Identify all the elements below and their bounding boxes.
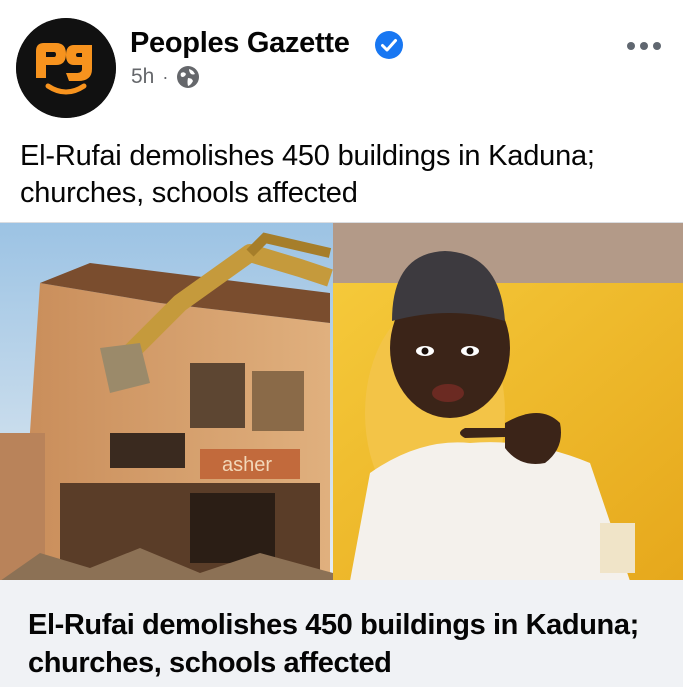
post-timestamp[interactable]: 5h — [131, 65, 154, 89]
more-dot — [640, 42, 648, 50]
post-meta: 5h · — [131, 62, 200, 92]
verified-badge-icon — [374, 30, 404, 60]
storefront-sign: asher — [222, 454, 272, 476]
more-options-icon[interactable] — [620, 34, 668, 58]
meta-separator: · — [162, 66, 169, 87]
news-photo: asher — [0, 223, 683, 581]
more-dot — [653, 42, 661, 50]
more-dot — [627, 42, 635, 50]
page-name[interactable]: Peoples Gazette — [130, 26, 350, 60]
peoples-gazette-logo — [16, 18, 116, 118]
post-caption: El-Rufai demolishes 450 buildings in Kad… — [20, 140, 595, 209]
post-header: Peoples Gazette 5h · — [0, 0, 683, 118]
link-preview-title[interactable]: El-Rufai demolishes 450 buildings in Kad… — [28, 606, 668, 682]
post-image[interactable]: asher — [0, 222, 683, 581]
page-avatar[interactable] — [16, 18, 116, 118]
globe-icon — [176, 65, 200, 89]
